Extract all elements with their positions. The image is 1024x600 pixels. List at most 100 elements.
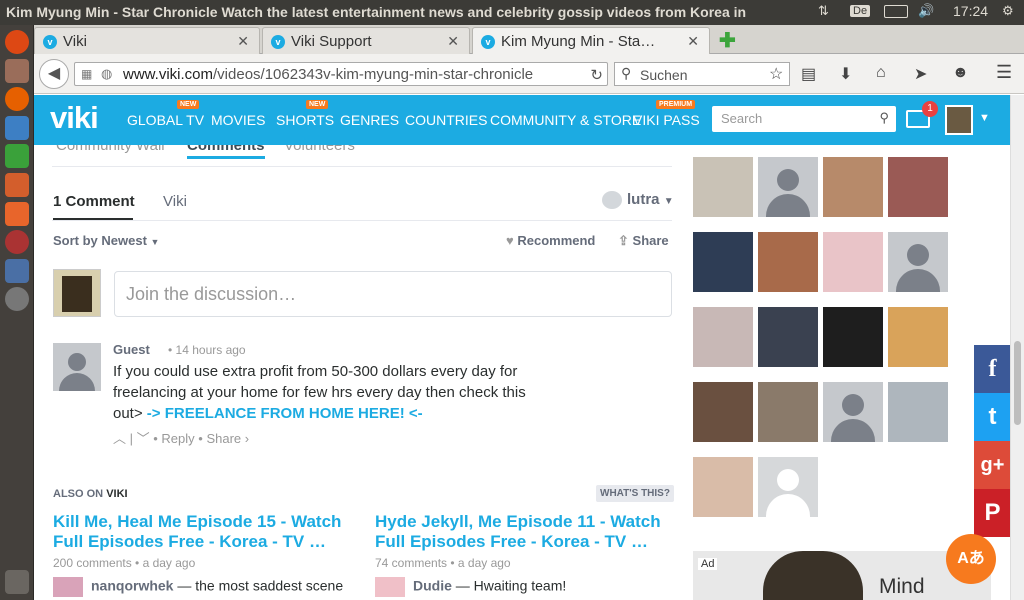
menu-icon[interactable]: ☰ [996,62,1012,83]
scrollbar-thumb[interactable] [1014,341,1021,425]
tab-volunteers[interactable]: Volunteers [284,145,355,154]
avatar[interactable] [758,457,818,517]
avatar[interactable] [758,157,818,217]
sort-dropdown[interactable]: Sort by Newest ▼ [53,233,159,248]
keyboard-layout-indicator[interactable]: De [850,5,871,17]
avatar[interactable] [823,157,883,217]
updates-icon[interactable] [5,287,29,311]
avatar[interactable] [758,307,818,367]
avatar[interactable] [693,157,753,217]
recommended-item[interactable]: Hyde Jekyll, Me Episode 11 - Watch Full … [375,512,675,597]
user-menu[interactable]: lutra ▼ [602,191,674,210]
nav-global-tv[interactable]: NEW GLOBAL TV [127,100,204,128]
ubuntu-dash-icon[interactable] [5,30,29,54]
files-icon[interactable] [5,59,29,83]
impress-icon[interactable] [5,173,29,197]
tab-community-wall[interactable]: Community Wall [56,145,165,154]
downvote-icon[interactable]: ﹀ [137,431,150,446]
user-avatar[interactable] [945,105,973,135]
reload-icon[interactable]: ↻ [590,66,603,84]
rec-title[interactable]: Kill Me, Heal Me Episode 15 - Watch Full… [53,512,353,552]
nav-movies[interactable]: MOVIES [211,112,265,128]
facebook-icon: f [988,356,997,382]
share-button[interactable]: ⇪ Share [618,233,669,249]
viki-logo[interactable]: viki [50,100,99,136]
close-icon[interactable]: ✕ [447,33,459,50]
twitter-share-button[interactable]: t [974,393,1011,441]
premium-badge: PREMIUM [656,100,696,109]
tab-site[interactable]: Viki [163,193,187,210]
software-center-icon[interactable] [5,202,29,226]
nav-community-store[interactable]: COMMUNITY & STORE [490,112,641,128]
avatar[interactable] [888,232,948,292]
home-icon[interactable]: ⌂ [876,64,886,82]
chat-icon[interactable]: ☻ [952,64,969,82]
trash-icon[interactable] [5,570,29,594]
avatar[interactable] [888,157,948,217]
nav-countries[interactable]: COUNTRIES [405,112,487,128]
comment-time[interactable]: • 14 hours ago [168,343,246,357]
avatar[interactable] [823,232,883,292]
rec-title[interactable]: Hyde Jekyll, Me Episode 11 - Watch Full … [375,512,675,552]
recommend-button[interactable]: ♥ Recommend [506,233,595,248]
power-gear-icon[interactable]: ⚙ [1002,3,1014,19]
search-field[interactable]: ⚲ Suchen [614,62,790,86]
avatar[interactable] [758,232,818,292]
back-arrow-icon[interactable]: ◀ [39,59,69,89]
avatar[interactable] [888,382,948,442]
avatar[interactable] [758,382,818,442]
download-icon[interactable]: ⬇ [839,64,852,84]
volume-icon[interactable]: 🔊 [918,3,934,19]
tab-comment-count[interactable]: 1 Comment [53,193,135,210]
close-icon[interactable]: ✕ [237,33,249,50]
avatar[interactable] [888,307,948,367]
search-icon[interactable]: ⚲ [879,110,889,126]
avatar[interactable] [693,307,753,367]
reply-button[interactable]: Reply [161,431,194,446]
comment-link[interactable]: -> FREELANCE FROM HOME HERE! <- [147,405,423,422]
clock[interactable]: 17:24 [953,3,988,19]
tab-comments[interactable]: Comments [187,145,265,159]
tab-label: Viki [63,33,87,50]
gplus-share-button[interactable]: g+ [974,441,1011,489]
avatar[interactable] [823,382,883,442]
transfer-icon[interactable]: ⇅ [818,3,829,19]
reading-list-icon[interactable]: ▤ [801,64,816,84]
settings-icon[interactable] [5,230,29,254]
comment-share-button[interactable]: Share › [206,431,249,446]
tab-viki[interactable]: v Viki ✕ [34,27,260,54]
upvote-icon[interactable]: ︿ [113,431,126,446]
nav-viki-pass[interactable]: PREMIUM VIKI PASS [633,100,700,128]
join-discussion-input[interactable]: Join the discussion… [114,271,672,317]
avatar[interactable] [693,382,753,442]
recommended-item[interactable]: Kill Me, Heal Me Episode 15 - Watch Full… [53,512,353,597]
bookmark-star-icon[interactable]: ☆ [769,64,783,84]
notification-count-badge[interactable]: 1 [922,101,938,117]
avatar[interactable] [693,457,753,517]
nav-label: SHORTS [276,112,335,128]
url-field[interactable]: ▦ ◍ www.viki.com/videos/1062343v-kim-myu… [74,62,608,86]
writer-icon[interactable] [5,116,29,140]
security-icon[interactable] [5,259,29,283]
close-icon[interactable]: ✕ [687,33,699,50]
translate-button[interactable]: Aあ [946,534,996,584]
whats-this-button[interactable]: WHAT'S THIS? [596,485,674,502]
nav-shorts[interactable]: NEW SHORTS [276,100,335,128]
tab-kim-myung-min[interactable]: v Kim Myung Min - Sta… ✕ [472,27,710,54]
viki-search-input[interactable]: Search ⚲ [712,106,896,132]
ad-tag: Ad [698,558,718,570]
avatar[interactable] [823,307,883,367]
battery-icon[interactable] [884,5,908,18]
avatar[interactable] [693,232,753,292]
firefox-icon[interactable] [5,87,29,111]
new-tab-plus-icon[interactable]: ✚ [719,28,736,53]
scrollbar[interactable] [1010,95,1024,600]
calc-icon[interactable] [5,144,29,168]
facebook-share-button[interactable]: f [974,345,1011,393]
chevron-down-icon[interactable]: ▼ [979,112,990,124]
tab-viki-support[interactable]: v Viki Support ✕ [262,27,470,54]
nav-genres[interactable]: GENRES [340,112,399,128]
pinterest-share-button[interactable]: P [974,489,1011,537]
comment-author[interactable]: Guest [113,342,150,357]
send-icon[interactable]: ➤ [914,64,927,84]
